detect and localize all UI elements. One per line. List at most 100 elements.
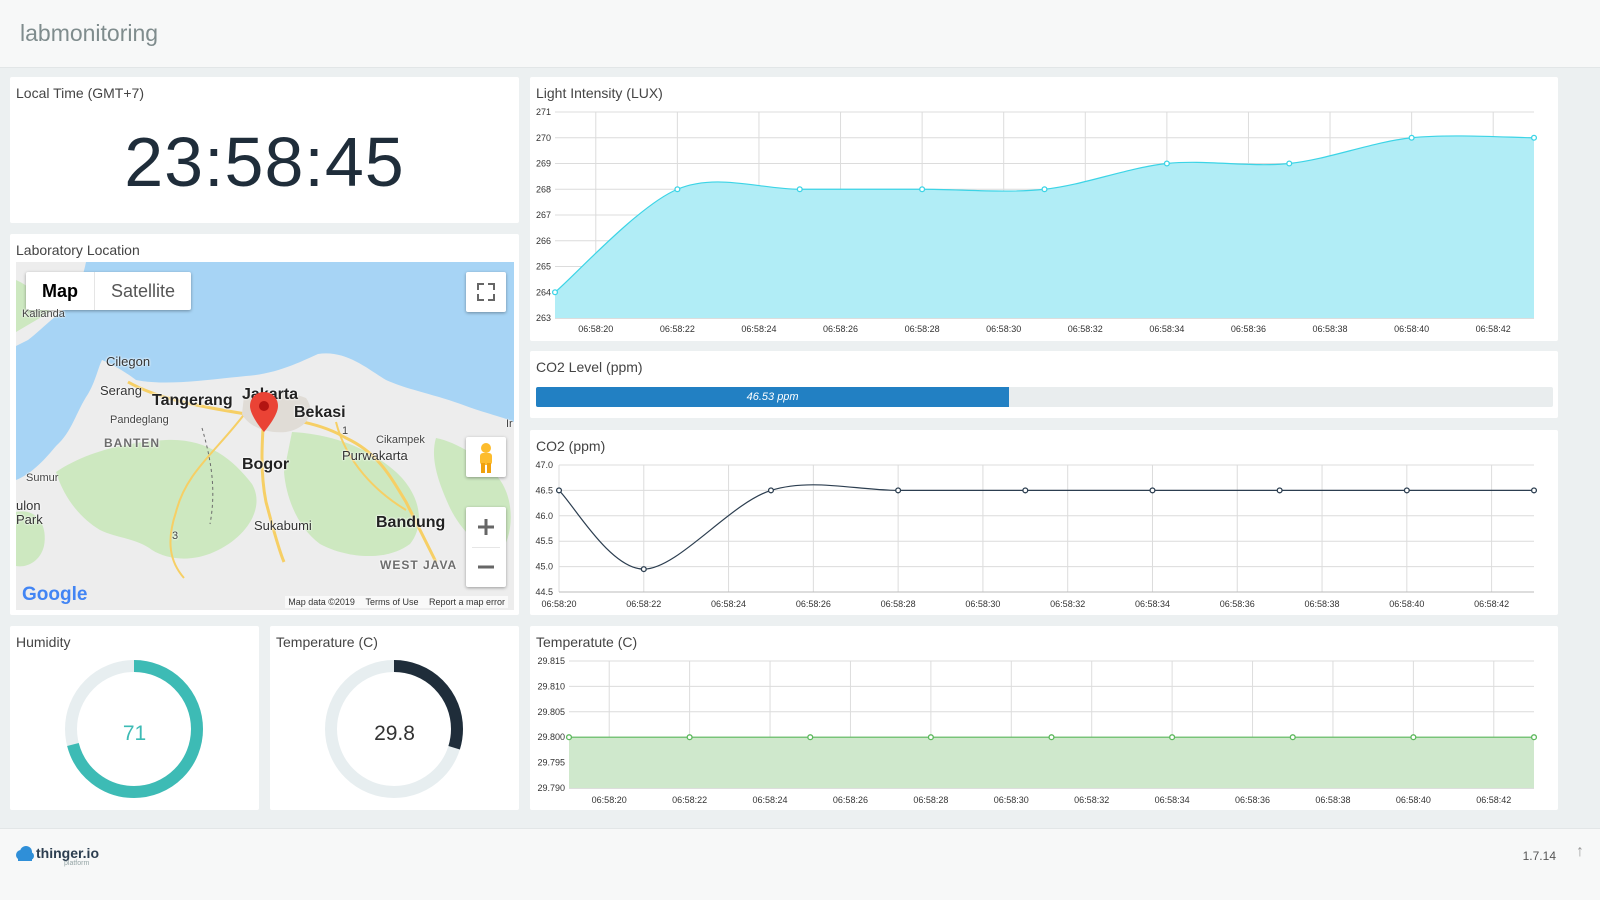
- x-tick-label: 06:58:30: [994, 795, 1029, 805]
- x-tick-label: 06:58:30: [965, 599, 1000, 609]
- map-label-purwakarta: Purwakarta: [342, 448, 408, 463]
- data-point: [796, 186, 803, 193]
- x-tick-label: 06:58:32: [1068, 324, 1103, 334]
- y-tick-label: 44.5: [535, 587, 553, 597]
- y-tick-label: 45.5: [535, 536, 553, 546]
- x-tick-label: 06:58:24: [711, 599, 746, 609]
- series-line: [558, 484, 1534, 570]
- y-tick-label: 46.0: [535, 511, 553, 521]
- x-tick-label: 06:58:34: [1155, 795, 1190, 805]
- fullscreen-button[interactable]: [466, 272, 506, 312]
- x-tick-label: 06:58:32: [1074, 795, 1109, 805]
- map-label-tangerang: Tangerang: [152, 392, 233, 409]
- zoom-out-button[interactable]: [466, 547, 506, 587]
- temperature-chart: 29.790 29.795 29.800 29.805 29.810 29.815 06:5…: [537, 656, 1538, 805]
- data-point: [767, 487, 775, 494]
- map-label-bekasi: Bekasi: [294, 404, 346, 421]
- x-tick-label: 06:58:42: [1474, 599, 1509, 609]
- data-point: [1286, 160, 1293, 167]
- map-data-text: Map data ©2019: [288, 597, 355, 607]
- series-area: [569, 737, 1534, 788]
- y-tick-label: 29.815: [537, 656, 565, 666]
- clock-widget: Local Time (GMT+7) 23:58:45: [10, 77, 519, 223]
- map-label-ir: Ir: [506, 418, 513, 430]
- x-tick-label: 06:58:36: [1235, 795, 1270, 805]
- temperature-value: 29.8: [374, 722, 415, 745]
- temperature-widget: Temperature (C) 29.8: [270, 626, 519, 810]
- x-tick-label: 06:58:22: [626, 599, 661, 609]
- y-tick-label: 269: [536, 159, 551, 169]
- y-tick-label: 266: [536, 236, 551, 246]
- data-point: [1530, 134, 1538, 141]
- data-point: [674, 186, 681, 193]
- data-point: [551, 289, 559, 296]
- y-tick-label: 268: [536, 184, 551, 194]
- street-view-button[interactable]: [466, 437, 506, 477]
- satellite-type-button[interactable]: Satellite: [95, 272, 191, 310]
- map-view[interactable]: Map Satellite Kalianda Cilegon Serang Ta…: [16, 262, 514, 610]
- zoom-in-icon: [478, 519, 494, 535]
- terms-of-use-link[interactable]: Terms of Use: [365, 597, 418, 607]
- temperature-widget-title: Temperature (C): [276, 634, 378, 650]
- y-tick-label: 29.795: [537, 758, 565, 768]
- y-tick-label: 265: [536, 262, 551, 272]
- x-tick-label: 06:58:24: [753, 795, 788, 805]
- light-intensity-chart: 263 264 265 266 267 268 269 270 271 06:58:20 06:58…: [536, 107, 1538, 334]
- map-label-road-3: 3: [172, 530, 179, 542]
- x-tick-label: 06:58:30: [986, 324, 1021, 334]
- humidity-widget-title: Humidity: [16, 634, 71, 650]
- map-widget-title: Laboratory Location: [16, 242, 140, 258]
- map-label-bandung: Bandung: [376, 514, 446, 531]
- humidity-gauge: 71: [10, 658, 259, 804]
- humidity-widget: Humidity 71: [10, 626, 259, 810]
- x-tick-label: 06:58:26: [833, 795, 868, 805]
- data-point: [919, 186, 926, 193]
- cloud-logo-icon: [16, 846, 34, 861]
- light-intensity-widget: Light Intensity (LUX) 263 264 265 266 267 268…: [530, 77, 1558, 341]
- y-tick-label: 29.800: [537, 732, 565, 742]
- y-tick-label: 29.810: [537, 681, 565, 691]
- x-tick-label: 06:58:40: [1389, 599, 1424, 609]
- report-map-error-link[interactable]: Report a map error: [429, 597, 505, 607]
- x-tick-label: 06:58:36: [1231, 324, 1266, 334]
- zoom-in-button[interactable]: [466, 507, 506, 547]
- clock-widget-title: Local Time (GMT+7): [16, 85, 144, 101]
- x-tick-label: 06:58:28: [881, 599, 916, 609]
- map-pin-icon[interactable]: [250, 392, 278, 432]
- map-label-park: Park: [16, 512, 43, 527]
- map-widget: Laboratory Location Map Satellite Kalian…: [10, 234, 519, 615]
- x-tick-label: 06:58:40: [1394, 324, 1429, 334]
- zoom-control: [466, 507, 506, 587]
- zoom-out-icon: [478, 565, 494, 569]
- x-tick-label: 06:58:40: [1396, 795, 1431, 805]
- x-tick-label: 06:58:22: [660, 324, 695, 334]
- y-tick-label: 45.0: [535, 562, 553, 572]
- x-tick-label: 06:58:42: [1476, 324, 1511, 334]
- data-point: [1041, 186, 1048, 193]
- version-label: 1.7.14: [1522, 849, 1556, 863]
- brand-name: thinger.io: [36, 845, 99, 861]
- map-label-kalianda: Kalianda: [22, 308, 65, 320]
- data-point: [1408, 134, 1415, 141]
- brand-sub: platform: [64, 860, 90, 867]
- x-tick-label: 06:58:24: [741, 324, 776, 334]
- data-point: [1169, 734, 1176, 741]
- temperature-chart-widget: Temperatute (C) 29.790 29.795 29.800 29.805…: [530, 626, 1558, 810]
- x-tick-label: 06:58:28: [905, 324, 940, 334]
- data-point: [555, 487, 563, 494]
- x-tick-label: 06:58:20: [592, 795, 627, 805]
- map-type-button[interactable]: Map: [26, 272, 95, 310]
- data-point: [1530, 734, 1538, 741]
- arrow-up-icon[interactable]: ↑: [1576, 843, 1584, 861]
- y-tick-label: 267: [536, 210, 551, 220]
- x-tick-label: 06:58:38: [1313, 324, 1348, 334]
- co2-level-widget: CO2 Level (ppm) 46.53 ppm: [530, 351, 1558, 418]
- fullscreen-icon: [477, 283, 495, 301]
- data-point: [927, 734, 934, 741]
- y-tick-label: 29.805: [537, 707, 565, 717]
- y-tick-label: 263: [536, 313, 551, 323]
- map-label-sukabumi: Sukabumi: [254, 518, 312, 533]
- x-tick-label: 06:58:38: [1305, 599, 1340, 609]
- co2-level-title: CO2 Level (ppm): [536, 359, 643, 375]
- y-tick-label: 271: [536, 107, 551, 117]
